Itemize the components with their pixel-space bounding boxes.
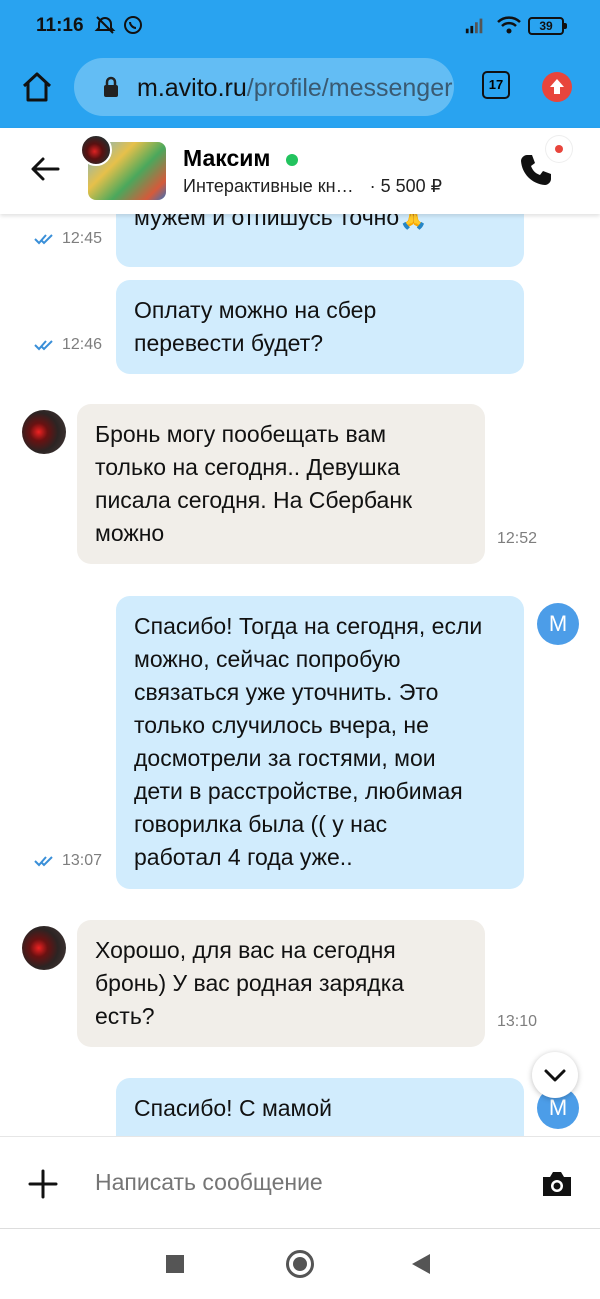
message-time: 12:45 xyxy=(62,230,103,247)
message-time: 12:52 xyxy=(497,530,538,547)
message-text: дети в расстройстве, любимая xyxy=(134,778,463,804)
message-outgoing[interactable]: Спасибо! Тогда на сегодня, если можно, с… xyxy=(116,596,524,889)
online-indicator xyxy=(286,154,298,166)
message-text: есть? xyxy=(95,1003,155,1029)
contact-avatar[interactable] xyxy=(22,926,66,970)
signal-icon xyxy=(465,18,483,34)
listing-title: Интерактивные кн… xyxy=(183,176,354,196)
message-text: перевести будет? xyxy=(134,330,324,356)
listing-price: · 5 500 ₽ xyxy=(369,176,443,196)
message-list[interactable]: мужем и отпишусь точно🙏 12:45 Оплату мож… xyxy=(0,214,600,1136)
message-outgoing[interactable]: Спасибо! С мамой xyxy=(116,1078,524,1136)
url-text: m.avito.ru/profile/messenger xyxy=(137,74,452,103)
message-text: говорилка была (( у нас xyxy=(134,811,388,837)
message-text: Спасибо! Тогда на сегодня, если xyxy=(134,613,483,639)
status-bar: 11:16 39 xyxy=(0,0,600,52)
message-time: 13:10 xyxy=(497,1013,538,1030)
message-outgoing[interactable]: Оплату можно на сбер перевести будет? xyxy=(116,280,524,374)
message-text: Хорошо, для вас на сегодня xyxy=(95,937,396,963)
battery-indicator: 39 xyxy=(528,17,567,35)
contact-avatar[interactable] xyxy=(22,410,66,454)
tabs-icon[interactable]: 17 xyxy=(482,71,510,99)
plus-icon[interactable] xyxy=(28,1169,58,1199)
chevron-down-icon xyxy=(544,1069,566,1082)
listing-info[interactable]: Интерактивные кн… · 5 500 ₽ xyxy=(183,176,442,197)
message-text: писала сегодня. На Сбербанк xyxy=(95,487,413,513)
address-bar[interactable]: m.avito.ru/profile/messenger xyxy=(74,58,454,116)
message-text: Бронь могу пообещать вам xyxy=(95,421,387,447)
message-incoming[interactable]: Хорошо, для вас на сегодня бронь) У вас … xyxy=(77,920,485,1047)
system-navigation-bar xyxy=(0,1228,600,1299)
double-check-icon xyxy=(34,234,53,245)
silent-alarm-icon xyxy=(94,16,116,34)
update-icon[interactable] xyxy=(542,72,572,102)
message-text: можно, сейчас попробую xyxy=(134,646,401,672)
whatsapp-icon xyxy=(124,16,142,34)
home-icon[interactable] xyxy=(18,68,56,106)
home-button[interactable] xyxy=(286,1250,314,1278)
double-check-icon xyxy=(34,340,53,351)
lock-icon xyxy=(104,76,118,97)
message-incoming[interactable]: Бронь могу пообещать вам только на сегод… xyxy=(77,404,485,564)
message-text: можно xyxy=(95,520,165,546)
url-host: m.avito.ru xyxy=(137,74,247,102)
status-time: 11:16 xyxy=(36,15,84,36)
back-button[interactable] xyxy=(412,1254,430,1274)
message-time: 12:46 xyxy=(62,336,103,353)
message-text: бронь) У вас родная зарядка xyxy=(95,970,405,996)
message-text: Спасибо! С мамой xyxy=(134,1095,333,1121)
scroll-down-button[interactable] xyxy=(532,1052,578,1098)
message-outgoing[interactable]: мужем и отпишусь точно🙏 xyxy=(116,214,524,267)
browser-toolbar: m.avito.ru/profile/messenger 17 xyxy=(0,52,600,128)
message-composer xyxy=(0,1136,600,1228)
message-text: только случилось вчера, не xyxy=(134,712,429,738)
message-text: досмотрели за гостями, мои xyxy=(134,745,436,771)
message-text: связаться уже уточнить. Это xyxy=(134,679,439,705)
message-text: работал 4 года уже.. xyxy=(134,844,353,870)
recent-apps-button[interactable] xyxy=(166,1255,184,1273)
double-check-icon xyxy=(34,856,53,867)
wifi-icon xyxy=(497,16,521,34)
seller-avatar xyxy=(80,134,112,166)
message-text: только на сегодня.. Девушка xyxy=(95,454,400,480)
contact-name[interactable]: Максим xyxy=(183,145,270,172)
camera-icon[interactable] xyxy=(540,1169,574,1199)
notification-dot xyxy=(546,136,572,162)
back-arrow-icon[interactable] xyxy=(28,152,62,186)
message-input[interactable] xyxy=(95,1169,515,1196)
chat-header: Максим Интерактивные кн… · 5 500 ₽ xyxy=(0,128,600,214)
message-text: Оплату можно на сбер xyxy=(134,297,377,323)
message-text: мужем и отпишусь точно🙏 xyxy=(134,214,428,230)
user-avatar[interactable]: M xyxy=(537,603,579,645)
url-path: /profile/messenger xyxy=(246,74,453,102)
message-time: 13:07 xyxy=(62,852,103,869)
